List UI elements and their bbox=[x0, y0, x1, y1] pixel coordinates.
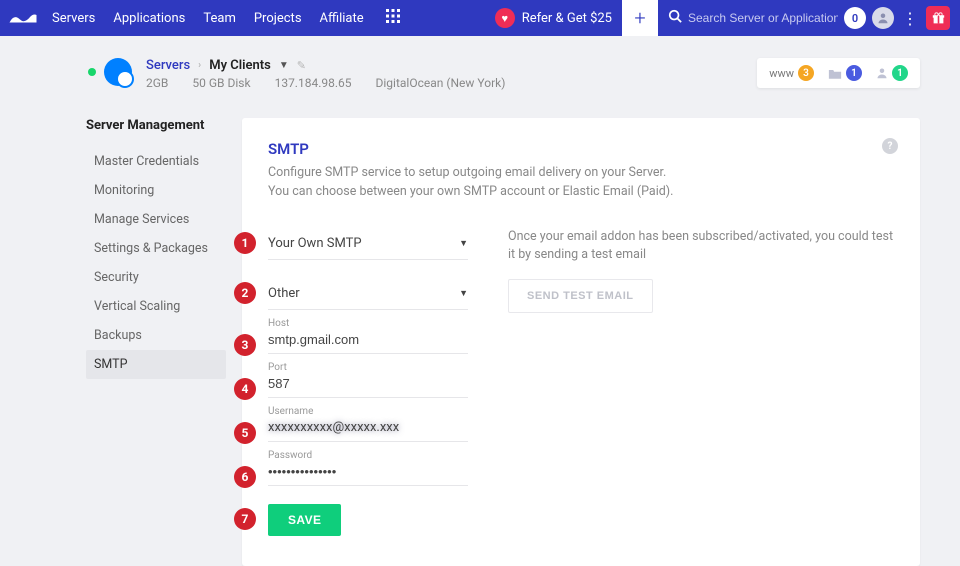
summary-users[interactable]: 1 bbox=[876, 65, 908, 81]
help-icon[interactable]: ? bbox=[882, 138, 898, 154]
annotation-2: 2 bbox=[234, 282, 256, 304]
top-nav: Servers Applications Team Projects Affil… bbox=[0, 0, 960, 36]
smtp-panel: ? SMTP Configure SMTP service to setup o… bbox=[242, 118, 920, 566]
send-test-email-button[interactable]: SEND TEST EMAIL bbox=[508, 279, 653, 313]
smtp-provider-select[interactable]: 2 Other ▼ bbox=[268, 278, 468, 310]
annotation-3: 3 bbox=[234, 334, 256, 356]
annotation-4: 4 bbox=[234, 378, 256, 400]
sidebar-item-manage-services[interactable]: Manage Services bbox=[86, 205, 226, 234]
heart-icon: ♥ bbox=[495, 8, 515, 28]
chevron-down-icon: ▼ bbox=[459, 288, 468, 299]
nav-affiliate[interactable]: Affiliate bbox=[320, 11, 364, 26]
server-status-dot bbox=[88, 68, 96, 76]
panel-title: SMTP bbox=[268, 140, 894, 158]
user-avatar[interactable] bbox=[872, 7, 894, 29]
port-field[interactable] bbox=[268, 372, 468, 397]
crumb-servers[interactable]: Servers bbox=[146, 58, 190, 73]
sidebar: Server Management Master Credentials Mon… bbox=[86, 118, 226, 566]
meta-provider: DigitalOcean (New York) bbox=[376, 76, 506, 90]
summary-projects[interactable]: 1 bbox=[828, 65, 862, 81]
nav-servers[interactable]: Servers bbox=[52, 11, 95, 26]
nav-projects[interactable]: Projects bbox=[254, 11, 302, 26]
test-email-note: Once your email addon has been subscribe… bbox=[508, 228, 894, 266]
sidebar-item-vertical-scaling[interactable]: Vertical Scaling bbox=[86, 292, 226, 321]
panel-desc: Configure SMTP service to setup outgoing… bbox=[268, 164, 688, 202]
dropdown-caret-icon[interactable]: ▼ bbox=[279, 60, 289, 71]
search-input[interactable] bbox=[688, 11, 838, 25]
search-wrap bbox=[668, 9, 838, 27]
meta-ram: 2GB bbox=[146, 76, 168, 90]
summary-www[interactable]: www 3 bbox=[769, 65, 814, 81]
annotation-1: 1 bbox=[234, 232, 256, 254]
save-button[interactable]: SAVE bbox=[268, 504, 341, 536]
crumb-client[interactable]: My Clients bbox=[209, 58, 271, 73]
nav-applications[interactable]: Applications bbox=[113, 11, 185, 26]
sidebar-item-backups[interactable]: Backups bbox=[86, 321, 226, 350]
sidebar-item-settings-packages[interactable]: Settings & Packages bbox=[86, 234, 226, 263]
annotation-5: 5 bbox=[234, 422, 256, 444]
password-field-wrap: 6 Password bbox=[268, 460, 468, 486]
sidebar-item-monitoring[interactable]: Monitoring bbox=[86, 176, 226, 205]
server-meta: 2GB 50 GB Disk 137.184.98.65 DigitalOcea… bbox=[146, 76, 505, 90]
edit-icon[interactable]: ✎ bbox=[297, 59, 306, 72]
username-field-wrap: 5 Username xxxxxxxxxx@xxxxx.xxx bbox=[268, 416, 468, 442]
host-field-wrap: 3 Host bbox=[268, 328, 468, 354]
sidebar-item-master-credentials[interactable]: Master Credentials bbox=[86, 147, 226, 176]
refer-link[interactable]: ♥ Refer & Get $25 bbox=[495, 8, 612, 28]
chevron-right-icon: › bbox=[198, 60, 201, 71]
meta-disk: 50 GB Disk bbox=[192, 76, 250, 90]
chevron-down-icon: ▼ bbox=[459, 238, 468, 249]
smtp-type-select[interactable]: 1 Your Own SMTP ▼ bbox=[268, 228, 468, 260]
meta-ip: 137.184.98.65 bbox=[275, 76, 352, 90]
breadcrumb: Servers › My Clients ▼ ✎ bbox=[146, 58, 505, 73]
nav-team[interactable]: Team bbox=[203, 11, 236, 26]
annotation-6: 6 bbox=[234, 466, 256, 488]
annotation-7: 7 bbox=[234, 508, 256, 530]
gift-icon[interactable] bbox=[926, 6, 950, 30]
host-field[interactable] bbox=[268, 328, 468, 353]
apps-grid-icon[interactable] bbox=[386, 9, 400, 27]
add-button[interactable]: + bbox=[622, 0, 658, 36]
username-field[interactable]: xxxxxxxxxx@xxxxx.xxx bbox=[268, 416, 468, 441]
kebab-menu-icon[interactable]: ⋮ bbox=[902, 9, 918, 28]
password-field[interactable] bbox=[268, 460, 468, 485]
provider-icon bbox=[104, 58, 132, 86]
refer-text: Refer & Get $25 bbox=[522, 11, 612, 26]
notification-count[interactable]: 0 bbox=[844, 7, 866, 29]
sidebar-title: Server Management bbox=[86, 118, 226, 133]
server-summary: www 3 1 1 bbox=[757, 58, 920, 88]
sidebar-item-smtp[interactable]: SMTP bbox=[86, 350, 226, 379]
sidebar-item-security[interactable]: Security bbox=[86, 263, 226, 292]
port-field-wrap: 4 Port bbox=[268, 372, 468, 398]
search-icon bbox=[668, 9, 682, 27]
brand-logo[interactable] bbox=[0, 0, 46, 36]
nav-links: Servers Applications Team Projects Affil… bbox=[52, 11, 364, 26]
smtp-form: 1 Your Own SMTP ▼ 2 Other ▼ 3 Host bbox=[268, 228, 468, 536]
